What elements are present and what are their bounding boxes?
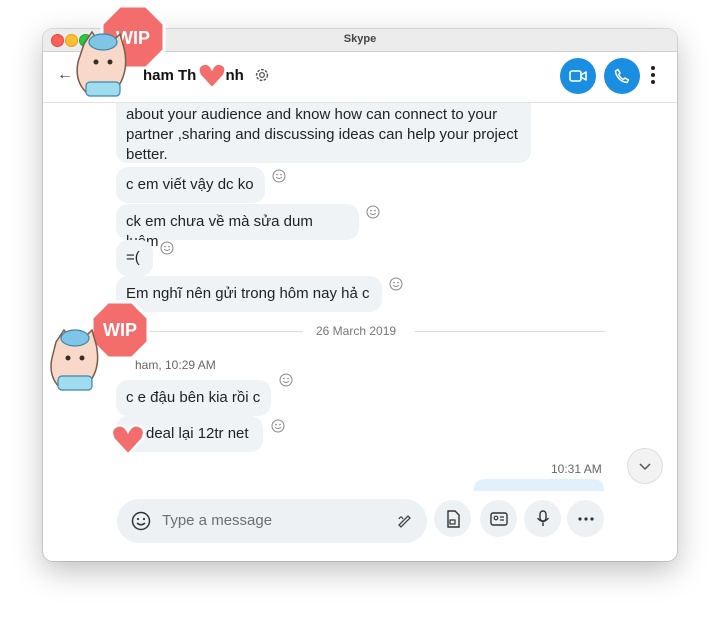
message-line: partner ,sharing and discussing ideas ca…: [126, 126, 518, 143]
message-bubble: ck em chưa về mà sửa dum luôm: [116, 204, 359, 250]
video-call-button[interactable]: [560, 58, 596, 94]
skype-window: Skype ← ham Th nh about your audience an…: [43, 29, 677, 561]
smiley-reaction-icon[interactable]: [279, 373, 293, 387]
more-options-icon[interactable]: [651, 66, 657, 87]
message-text: Em nghĩ nên gửi trong hôm nay hả c: [126, 285, 370, 302]
message-text: =(: [126, 249, 140, 266]
audio-call-button[interactable]: [604, 58, 640, 94]
wip-cat-sticker: WIP: [50, 300, 150, 391]
phone-icon: [614, 68, 630, 84]
smiley-reaction-icon[interactable]: [272, 169, 286, 183]
date-divider: 26 March 2019: [316, 324, 397, 338]
message-input[interactable]: Type a message: [162, 512, 272, 529]
format-text-icon[interactable]: [397, 512, 413, 528]
chevron-down-icon: [639, 463, 651, 471]
smiley-reaction-icon[interactable]: [271, 419, 285, 433]
outgoing-message-bubble: [474, 479, 604, 491]
contact-card-icon: [489, 511, 508, 526]
scroll-to-bottom-button[interactable]: [627, 448, 663, 484]
ellipsis-icon: [577, 516, 594, 521]
message-text: deal lại 12tr net: [146, 425, 249, 442]
message-line: better.: [126, 146, 168, 163]
microphone-icon: [536, 509, 549, 526]
wip-label: WIP: [103, 320, 137, 340]
date-divider-line-right: [415, 331, 605, 332]
voice-message-button[interactable]: [524, 500, 561, 537]
gear-icon[interactable]: [253, 66, 271, 84]
message-bubble: c em viết vậy dc ko: [116, 167, 265, 203]
heart-icon: [110, 424, 146, 457]
wip-cat-sticker: WIP: [76, 4, 166, 97]
more-actions-button[interactable]: [567, 500, 604, 537]
smiley-reaction-icon[interactable]: [366, 205, 380, 219]
date-divider-line-left: [143, 331, 303, 332]
message-text: ck em chưa về mà sửa dum luôm: [126, 213, 313, 250]
heart-icon: [197, 62, 227, 90]
message-line: about your audience and know how can con…: [126, 106, 498, 123]
message-composer[interactable]: Type a message: [117, 499, 427, 543]
file-attach-icon: [446, 509, 460, 528]
contact-card-button[interactable]: [480, 500, 517, 537]
attach-file-button[interactable]: [434, 500, 471, 537]
emoji-icon[interactable]: [131, 511, 151, 531]
message-bubble: Em nghĩ nên gửi trong hôm nay hả c: [116, 276, 382, 312]
message-bubble: about your audience and know how can con…: [116, 103, 531, 163]
video-camera-icon: [569, 70, 587, 82]
message-bubble: =(: [116, 240, 153, 276]
outgoing-timestamp: 10:31 AM: [551, 462, 602, 476]
message-text: c em viết vậy dc ko: [126, 176, 254, 193]
smiley-reaction-icon[interactable]: [389, 277, 403, 291]
smiley-reaction-icon[interactable]: [160, 241, 174, 255]
